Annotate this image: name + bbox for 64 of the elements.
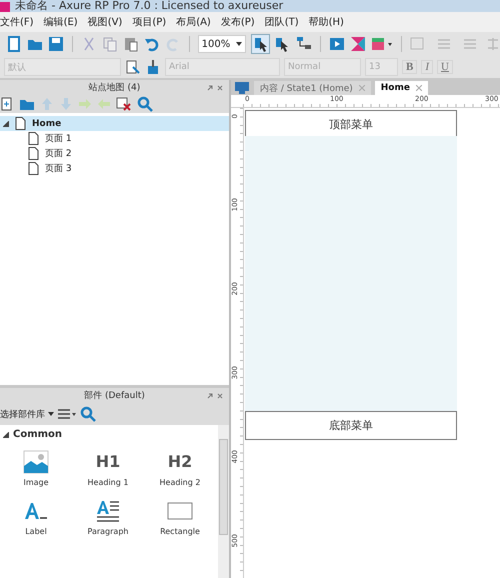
scrollbar[interactable]: [218, 425, 229, 578]
tree-item[interactable]: 页面 3: [0, 161, 229, 176]
menu-item[interactable]: 文件(F): [0, 15, 34, 29]
page-icon: [15, 117, 26, 130]
menu-icon[interactable]: [57, 407, 77, 421]
publish-icon[interactable]: [350, 36, 366, 52]
page-icon: [28, 162, 39, 175]
group-header[interactable]: Common: [0, 425, 218, 444]
close-icon[interactable]: [416, 85, 422, 91]
expand-toggle-icon: [3, 432, 9, 438]
search-icon[interactable]: [137, 96, 153, 112]
copy-icon[interactable]: [102, 36, 118, 52]
page-icon: [28, 132, 39, 145]
paste-icon[interactable]: [122, 36, 139, 52]
preview-icon[interactable]: [329, 36, 346, 52]
caret-icon: [48, 412, 54, 416]
paragraph-icon[interactable]: [95, 499, 121, 523]
add-page-icon[interactable]: [0, 97, 14, 111]
undo-icon[interactable]: [144, 36, 160, 52]
format-painter-icon[interactable]: [125, 59, 141, 75]
zoom-dropdown[interactable]: 100%: [198, 35, 246, 53]
window-title: 未命名 - Axure RP Pro 7.0 : Licensed to axureuser: [15, 0, 284, 12]
widget-label[interactable]: Paragraph: [88, 527, 128, 536]
monitor-icon: [234, 81, 250, 95]
panel-title: 站点地图 (4): [88, 82, 140, 94]
add-folder-icon[interactable]: [19, 97, 35, 111]
tree-item[interactable]: 页面 1: [0, 131, 229, 146]
tab[interactable]: 内容 / State1 (Home): [254, 81, 371, 95]
widget-label[interactable]: Heading 2: [160, 478, 200, 487]
widget-label[interactable]: Label: [25, 527, 47, 536]
save-icon[interactable]: [48, 36, 64, 52]
select-pointer-icon[interactable]: [250, 34, 270, 54]
app-icon: [0, 2, 10, 12]
search-icon[interactable]: [80, 406, 96, 422]
menu-box[interactable]: 顶部菜单: [245, 110, 457, 138]
caret-icon: [236, 42, 242, 46]
expand-toggle-icon[interactable]: [3, 120, 9, 126]
panel-controls-icon[interactable]: [207, 85, 223, 91]
menu-item[interactable]: 编辑(E): [44, 15, 78, 29]
connector-icon[interactable]: [296, 36, 312, 52]
paint-bucket-icon[interactable]: [145, 59, 161, 75]
panel-title: 部件 (Default): [84, 390, 145, 402]
heading-icon[interactable]: H2: [168, 450, 192, 474]
delete-page-icon[interactable]: [116, 97, 132, 111]
library-dropdown[interactable]: 选择部件库: [0, 408, 54, 420]
menu-item[interactable]: 帮助(H): [308, 15, 344, 29]
widget-label[interactable]: Image: [23, 478, 49, 487]
widget-label[interactable]: Heading 1: [88, 478, 128, 487]
menu-item[interactable]: 视图(V): [88, 15, 122, 29]
menu-item[interactable]: 项目(P): [132, 15, 166, 29]
tree-item[interactable]: 页面 2: [0, 146, 229, 161]
page-icon: [28, 147, 39, 160]
heading-icon[interactable]: H1: [96, 450, 120, 474]
generate-icon[interactable]: [371, 36, 394, 52]
menu-box[interactable]: 底部菜单: [245, 411, 457, 440]
widget-label[interactable]: Rectangle: [160, 527, 200, 536]
menu-item[interactable]: 发布(P): [220, 15, 255, 29]
new-page-icon[interactable]: [6, 36, 22, 52]
tab[interactable]: Home: [374, 81, 428, 95]
tree-item[interactable]: Home: [0, 116, 229, 131]
menu-item[interactable]: 布局(A): [176, 15, 211, 29]
menu-item[interactable]: 团队(T): [264, 15, 299, 29]
image-icon[interactable]: [23, 450, 49, 474]
panel-controls-icon[interactable]: [207, 393, 223, 399]
